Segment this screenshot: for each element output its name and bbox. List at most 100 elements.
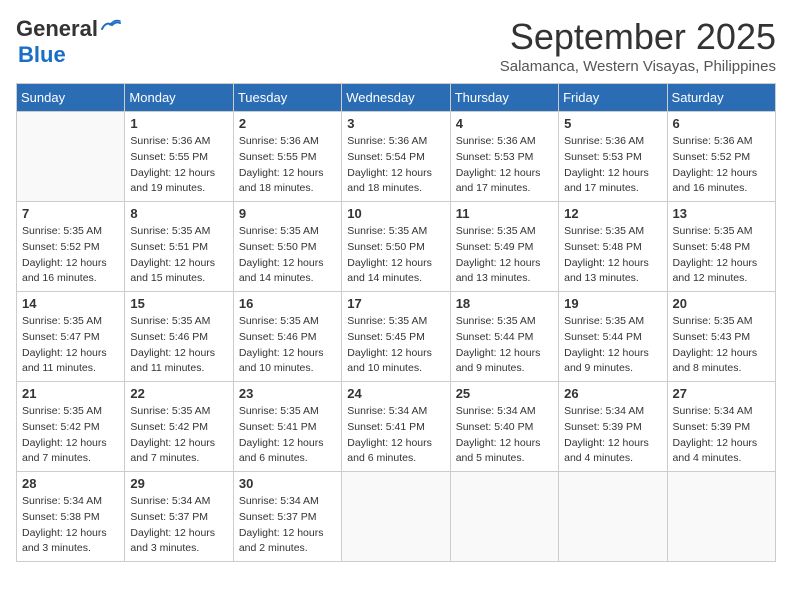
- calendar-cell: 9 Sunrise: 5:35 AMSunset: 5:50 PMDaylight…: [233, 202, 341, 292]
- calendar-week-row: 14 Sunrise: 5:35 AMSunset: 5:47 PMDayligh…: [17, 292, 776, 382]
- calendar-cell: 28 Sunrise: 5:34 AMSunset: 5:38 PMDayligh…: [17, 472, 125, 562]
- weekday-header-tuesday: Tuesday: [233, 84, 341, 112]
- calendar-cell: 5 Sunrise: 5:36 AMSunset: 5:53 PMDaylight…: [559, 112, 667, 202]
- day-info: Sunrise: 5:35 AMSunset: 5:44 PMDaylight:…: [456, 314, 553, 377]
- calendar-cell: 16Sunrise: 5:35 AMSunset: 5:46 PMDayligh…: [233, 292, 341, 382]
- calendar-cell: 24 Sunrise: 5:34 AMSunset: 5:41 PMDayligh…: [342, 382, 450, 472]
- day-number: 21: [22, 386, 119, 401]
- calendar-cell: 25Sunrise: 5:34 AMSunset: 5:40 PMDayligh…: [450, 382, 558, 472]
- calendar-cell: [17, 112, 125, 202]
- day-info: Sunrise: 5:35 AMSunset: 5:51 PMDaylight:…: [130, 224, 227, 287]
- calendar-week-row: 7Sunrise: 5:35 AMSunset: 5:52 PMDaylight…: [17, 202, 776, 292]
- calendar-cell: [450, 472, 558, 562]
- weekday-header-thursday: Thursday: [450, 84, 558, 112]
- calendar-cell: [342, 472, 450, 562]
- calendar-week-row: 1 Sunrise: 5:36 AMSunset: 5:55 PMDaylight…: [17, 112, 776, 202]
- day-info: Sunrise: 5:35 AMSunset: 5:45 PMDaylight:…: [347, 314, 444, 377]
- day-number: 20: [673, 296, 770, 311]
- day-info: Sunrise: 5:35 AMSunset: 5:43 PMDaylight:…: [673, 314, 770, 377]
- day-number: 24: [347, 386, 444, 401]
- calendar-cell: 6 Sunrise: 5:36 AMSunset: 5:52 PMDaylight…: [667, 112, 775, 202]
- logo-blue: Blue: [18, 42, 66, 68]
- day-number: 10: [347, 206, 444, 221]
- calendar-cell: 4 Sunrise: 5:36 AMSunset: 5:53 PMDaylight…: [450, 112, 558, 202]
- day-info: Sunrise: 5:35 AMSunset: 5:47 PMDaylight:…: [22, 314, 119, 377]
- location-subtitle: Salamanca, Western Visayas, Philippines: [500, 58, 776, 75]
- calendar-cell: 26 Sunrise: 5:34 AMSunset: 5:39 PMDayligh…: [559, 382, 667, 472]
- logo: General Blue: [16, 16, 122, 68]
- calendar-cell: 12Sunrise: 5:35 AMSunset: 5:48 PMDayligh…: [559, 202, 667, 292]
- calendar-cell: 20 Sunrise: 5:35 AMSunset: 5:43 PMDayligh…: [667, 292, 775, 382]
- day-info: Sunrise: 5:34 AMSunset: 5:38 PMDaylight:…: [22, 494, 119, 557]
- day-number: 12: [564, 206, 661, 221]
- day-info: Sunrise: 5:36 AMSunset: 5:55 PMDaylight:…: [130, 134, 227, 197]
- day-info: Sunrise: 5:36 AMSunset: 5:53 PMDaylight:…: [564, 134, 661, 197]
- weekday-header-row: SundayMondayTuesdayWednesdayThursdayFrid…: [17, 84, 776, 112]
- calendar-cell: 10 Sunrise: 5:35 AMSunset: 5:50 PMDayligh…: [342, 202, 450, 292]
- weekday-header-monday: Monday: [125, 84, 233, 112]
- calendar-cell: 30 Sunrise: 5:34 AMSunset: 5:37 PMDayligh…: [233, 472, 341, 562]
- day-number: 30: [239, 476, 336, 491]
- day-number: 16: [239, 296, 336, 311]
- page-header: General Blue September 2025 Salamanca, W…: [16, 16, 776, 75]
- calendar-cell: [667, 472, 775, 562]
- day-number: 7: [22, 206, 119, 221]
- calendar-cell: 14 Sunrise: 5:35 AMSunset: 5:47 PMDayligh…: [17, 292, 125, 382]
- day-info: Sunrise: 5:35 AMSunset: 5:50 PMDaylight:…: [239, 224, 336, 287]
- calendar-cell: 27Sunrise: 5:34 AMSunset: 5:39 PMDayligh…: [667, 382, 775, 472]
- logo-bird-icon: [100, 19, 122, 35]
- day-info: Sunrise: 5:35 AMSunset: 5:48 PMDaylight:…: [673, 224, 770, 287]
- day-number: 29: [130, 476, 227, 491]
- day-number: 15: [130, 296, 227, 311]
- calendar-cell: 8 Sunrise: 5:35 AMSunset: 5:51 PMDaylight…: [125, 202, 233, 292]
- calendar-cell: 17 Sunrise: 5:35 AMSunset: 5:45 PMDayligh…: [342, 292, 450, 382]
- day-info: Sunrise: 5:34 AMSunset: 5:37 PMDaylight:…: [130, 494, 227, 557]
- calendar-cell: 11Sunrise: 5:35 AMSunset: 5:49 PMDayligh…: [450, 202, 558, 292]
- calendar-cell: 21Sunrise: 5:35 AMSunset: 5:42 PMDayligh…: [17, 382, 125, 472]
- calendar-cell: 13Sunrise: 5:35 AMSunset: 5:48 PMDayligh…: [667, 202, 775, 292]
- day-info: Sunrise: 5:35 AMSunset: 5:41 PMDaylight:…: [239, 404, 336, 467]
- calendar-cell: 15 Sunrise: 5:35 AMSunset: 5:46 PMDayligh…: [125, 292, 233, 382]
- day-info: Sunrise: 5:36 AMSunset: 5:53 PMDaylight:…: [456, 134, 553, 197]
- day-info: Sunrise: 5:35 AMSunset: 5:50 PMDaylight:…: [347, 224, 444, 287]
- weekday-header-friday: Friday: [559, 84, 667, 112]
- day-info: Sunrise: 5:35 AMSunset: 5:44 PMDaylight:…: [564, 314, 661, 377]
- day-number: 28: [22, 476, 119, 491]
- day-number: 6: [673, 116, 770, 131]
- calendar-cell: 1 Sunrise: 5:36 AMSunset: 5:55 PMDaylight…: [125, 112, 233, 202]
- day-number: 5: [564, 116, 661, 131]
- calendar-cell: 18Sunrise: 5:35 AMSunset: 5:44 PMDayligh…: [450, 292, 558, 382]
- day-number: 14: [22, 296, 119, 311]
- day-info: Sunrise: 5:36 AMSunset: 5:52 PMDaylight:…: [673, 134, 770, 197]
- day-info: Sunrise: 5:35 AMSunset: 5:46 PMDaylight:…: [130, 314, 227, 377]
- month-title: September 2025: [500, 16, 776, 58]
- day-info: Sunrise: 5:36 AMSunset: 5:55 PMDaylight:…: [239, 134, 336, 197]
- day-number: 17: [347, 296, 444, 311]
- calendar-cell: 23 Sunrise: 5:35 AMSunset: 5:41 PMDayligh…: [233, 382, 341, 472]
- title-block: September 2025 Salamanca, Western Visaya…: [500, 16, 776, 75]
- day-number: 22: [130, 386, 227, 401]
- calendar-cell: [559, 472, 667, 562]
- calendar-cell: 22 Sunrise: 5:35 AMSunset: 5:42 PMDayligh…: [125, 382, 233, 472]
- calendar-week-row: 28 Sunrise: 5:34 AMSunset: 5:38 PMDayligh…: [17, 472, 776, 562]
- day-number: 4: [456, 116, 553, 131]
- day-number: 27: [673, 386, 770, 401]
- day-info: Sunrise: 5:34 AMSunset: 5:39 PMDaylight:…: [564, 404, 661, 467]
- calendar-week-row: 21 Sunrise: 5:35 AMSunset: 5:42 PMDayligh…: [17, 382, 776, 472]
- logo-general: General: [16, 16, 98, 42]
- weekday-header-sunday: Sunday: [17, 84, 125, 112]
- day-info: Sunrise: 5:34 AMSunset: 5:40 PMDaylight:…: [456, 404, 553, 467]
- weekday-header-saturday: Saturday: [667, 84, 775, 112]
- day-info: Sunrise: 5:34 AMSunset: 5:37 PMDaylight:…: [239, 494, 336, 557]
- day-number: 19: [564, 296, 661, 311]
- day-info: Sunrise: 5:35 AMSunset: 5:42 PMDaylight:…: [130, 404, 227, 467]
- day-number: 23: [239, 386, 336, 401]
- day-number: 26: [564, 386, 661, 401]
- day-info: Sunrise: 5:34 AMSunset: 5:41 PMDaylight:…: [347, 404, 444, 467]
- weekday-header-wednesday: Wednesday: [342, 84, 450, 112]
- day-number: 9: [239, 206, 336, 221]
- day-number: 1: [130, 116, 227, 131]
- day-number: 8: [130, 206, 227, 221]
- calendar-cell: 29 Sunrise: 5:34 AMSunset: 5:37 PMDayligh…: [125, 472, 233, 562]
- day-number: 11: [456, 206, 553, 221]
